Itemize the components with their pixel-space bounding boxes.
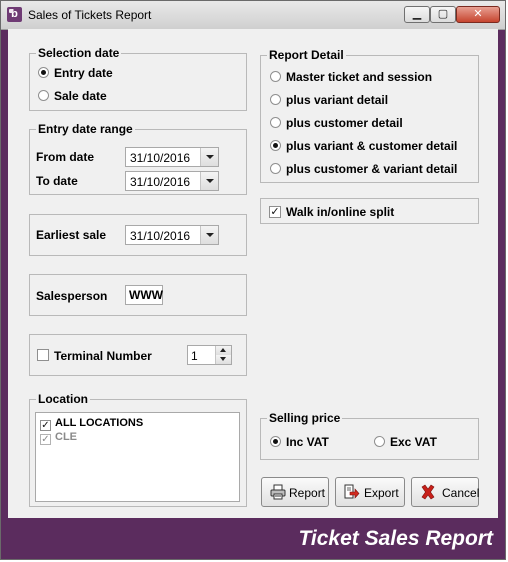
location-legend: Location [36,392,90,406]
variant-customer-detail-label[interactable]: plus variant & customer detail [286,139,457,153]
sale-date-label[interactable]: Sale date [54,89,107,103]
chevron-down-icon[interactable] [200,172,218,190]
maximize-button[interactable]: ▢ [430,6,456,23]
terminal-number-value: 1 [191,349,198,363]
export-button[interactable]: Export [335,477,405,507]
earliest-sale-label: Earliest sale [36,228,107,242]
window-title: Sales of Tickets Report [28,8,152,22]
exc-vat-radio[interactable] [374,436,385,447]
location-item-label: CLE [55,431,77,443]
to-date-value: 31/10/2016 [130,175,191,189]
report-window: b Sales of Tickets Report ▁ ▢ ✕ Selectio… [0,0,506,560]
cancel-button-label: Cancel [442,486,480,500]
from-date-label: From date [36,150,95,164]
dialog-client-area: Selection date Entry date Sale date Entr… [8,29,498,518]
salesperson-group: Salesperson WWW [29,274,247,316]
printer-icon [270,484,286,500]
customer-variant-detail-label[interactable]: plus customer & variant detail [286,162,457,176]
report-detail-legend: Report Detail [267,48,346,62]
from-date-value: 31/10/2016 [130,151,191,165]
to-date-label: To date [36,174,78,188]
salesperson-input[interactable]: WWW [125,285,163,305]
walk-in-checkbox[interactable]: ✓ [269,206,281,218]
app-icon[interactable]: b [7,7,22,22]
salesperson-label: Salesperson [36,289,108,303]
minimize-icon: ▁ [412,7,422,20]
close-icon: ✕ [473,7,483,20]
check-icon: ✓ [40,434,51,445]
location-group: Location ✓ ALL LOCATIONS ✓ CLE [29,392,247,507]
location-item-cle: ✓ CLE [40,431,77,445]
report-button-label: Report [289,486,326,500]
selection-date-legend: Selection date [36,46,122,60]
selling-price-group: Selling price Inc VAT Exc VAT [260,411,479,460]
terminal-number-spinner[interactable]: 1 [187,345,232,365]
export-button-label: Export [364,486,399,500]
from-date-combo[interactable]: 31/10/2016 [125,147,219,167]
spin-down-icon[interactable] [215,355,231,364]
maximize-icon: ▢ [437,7,449,20]
chevron-down-icon[interactable] [200,148,218,166]
terminal-number-checkbox[interactable] [37,349,49,361]
inc-vat-label[interactable]: Inc VAT [286,435,329,449]
customer-detail-label[interactable]: plus customer detail [286,116,403,130]
export-icon [344,484,360,499]
location-list[interactable]: ✓ ALL LOCATIONS ✓ CLE [35,412,240,502]
red-x-icon [421,484,435,500]
cancel-button[interactable]: Cancel [411,477,479,507]
location-item-all[interactable]: ✓ ALL LOCATIONS [40,417,143,431]
app-icon-letter: b [11,8,18,20]
earliest-sale-combo[interactable]: 31/10/2016 [125,225,219,245]
walk-in-label[interactable]: Walk in/online split [286,205,394,219]
entry-date-range-legend: Entry date range [36,122,135,136]
walk-in-group: ✓ Walk in/online split [260,198,479,224]
terminal-number-label[interactable]: Terminal Number [54,349,152,363]
check-icon[interactable]: ✓ [40,420,51,431]
variant-detail-radio[interactable] [270,94,281,105]
report-detail-group: Report Detail Master ticket and session … [260,48,479,183]
report-button[interactable]: Report [261,477,329,507]
customer-detail-radio[interactable] [270,117,281,128]
close-button[interactable]: ✕ [456,6,500,23]
brand-banner-text: Ticket Sales Report [298,527,493,550]
exc-vat-label[interactable]: Exc VAT [390,435,437,449]
variant-detail-label[interactable]: plus variant detail [286,93,388,107]
master-ticket-radio[interactable] [270,71,281,82]
chevron-down-icon[interactable] [200,226,218,244]
sale-date-radio[interactable] [38,90,49,101]
earliest-sale-group: Earliest sale 31/10/2016 [29,214,247,256]
inc-vat-radio[interactable] [270,436,281,447]
entry-date-label[interactable]: Entry date [54,66,113,80]
customer-variant-detail-radio[interactable] [270,163,281,174]
master-ticket-label[interactable]: Master ticket and session [286,70,432,84]
location-item-label: ALL LOCATIONS [55,417,144,429]
entry-date-radio[interactable] [38,67,49,78]
minimize-button[interactable]: ▁ [404,6,430,23]
check-icon: ✓ [270,206,280,218]
selection-date-group: Selection date Entry date Sale date [29,46,247,111]
to-date-combo[interactable]: 31/10/2016 [125,171,219,191]
entry-date-range-group: Entry date range From date 31/10/2016 To… [29,122,247,195]
earliest-sale-value: 31/10/2016 [130,229,191,243]
selling-price-legend: Selling price [267,411,343,425]
variant-customer-detail-radio[interactable] [270,140,281,151]
terminal-number-group: Terminal Number 1 [29,334,247,376]
title-bar[interactable]: b Sales of Tickets Report ▁ ▢ ✕ [1,1,505,30]
